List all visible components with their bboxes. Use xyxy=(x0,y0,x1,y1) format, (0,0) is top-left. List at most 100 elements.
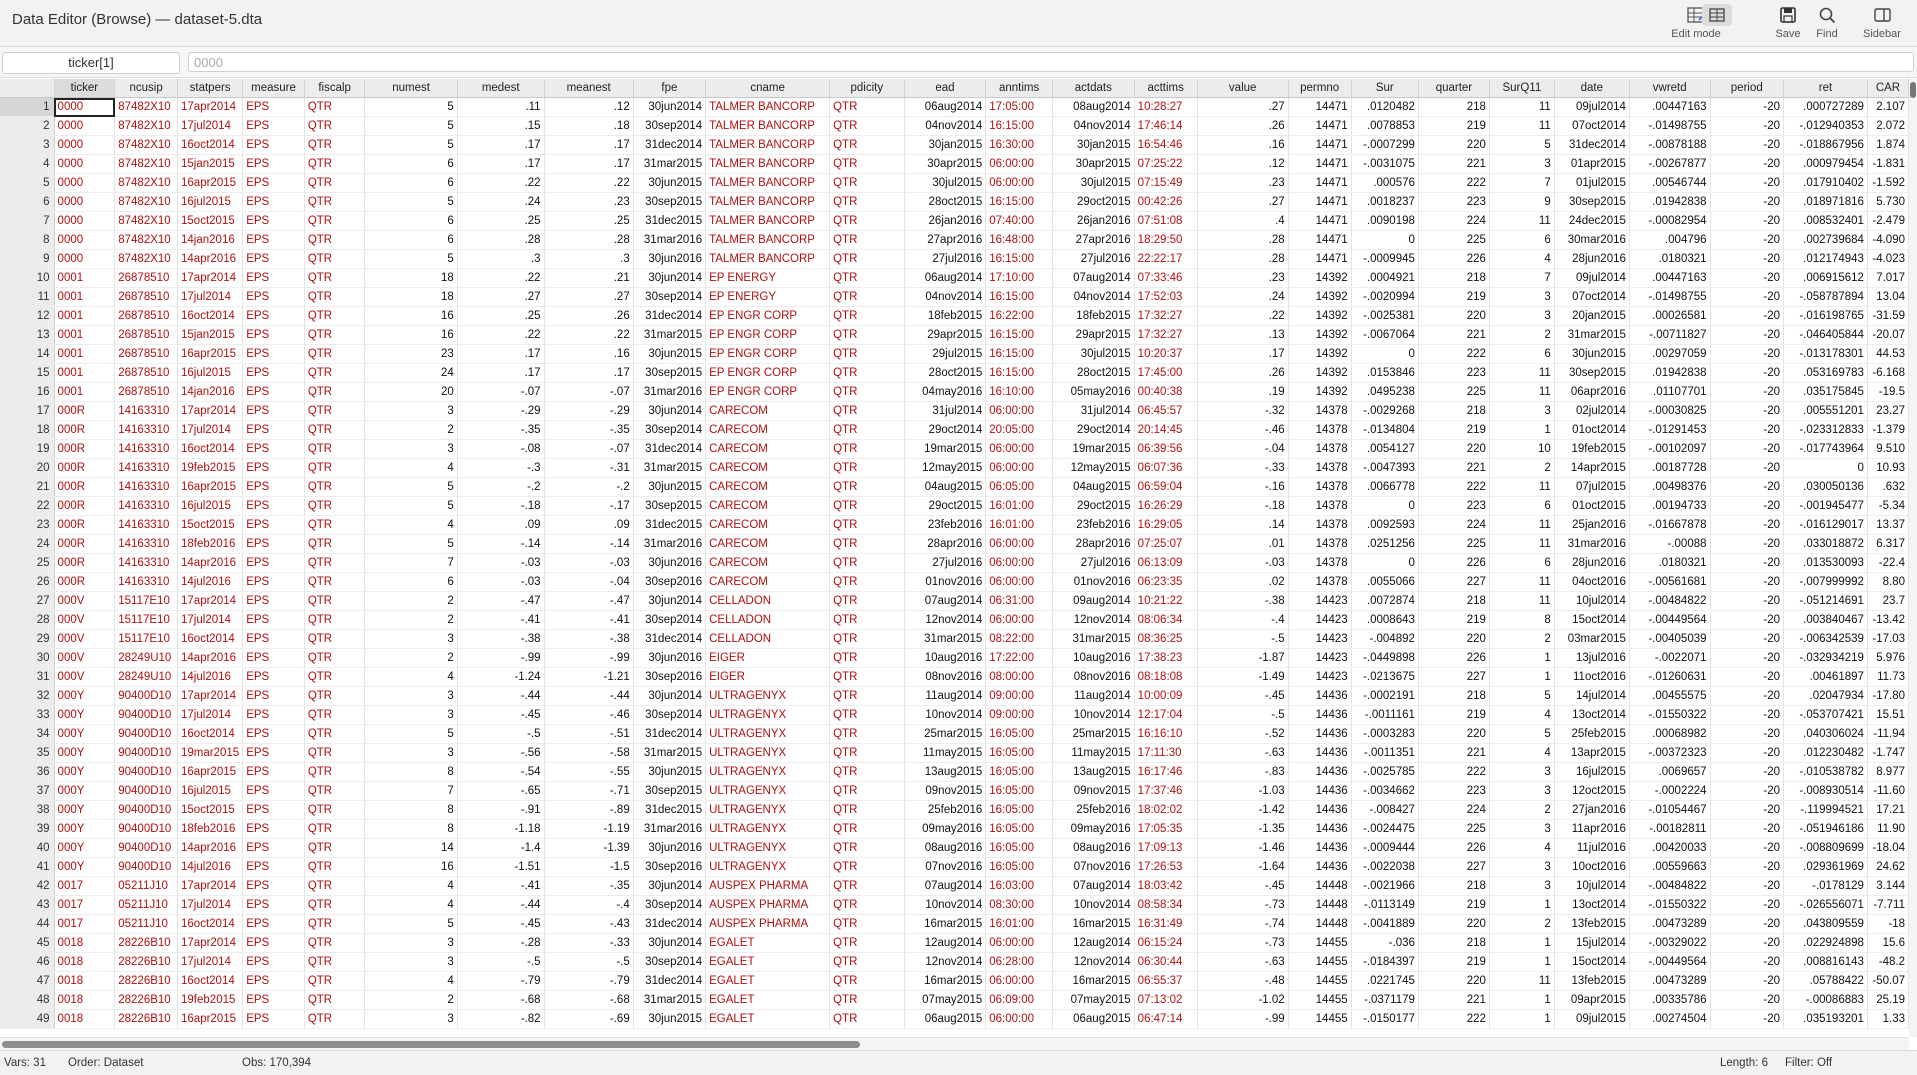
cell-value[interactable]: .23 xyxy=(1197,268,1289,288)
cell-fiscalp[interactable]: QTR xyxy=(304,952,366,972)
cell-anntims[interactable]: 16:05:00 xyxy=(985,819,1053,839)
cell-ret[interactable]: -.017743964 xyxy=(1783,439,1868,459)
cell-numest[interactable]: 20 xyxy=(364,382,458,402)
cell-ead[interactable]: 10aug2016 xyxy=(904,648,987,668)
cell-ret[interactable]: .008532401 xyxy=(1783,211,1868,231)
cell-acttims[interactable]: 06:47:14 xyxy=(1134,1009,1198,1029)
cell-ret[interactable]: .013530093 xyxy=(1783,553,1868,573)
cell-CAR[interactable]: -13.42 xyxy=(1867,610,1909,630)
cell-pdicity[interactable]: QTR xyxy=(829,420,905,440)
cell-acttims[interactable]: 17:32:27 xyxy=(1134,306,1198,326)
cell-anntims[interactable]: 16:05:00 xyxy=(985,857,1053,877)
cell-acttims[interactable]: 17:05:35 xyxy=(1134,819,1198,839)
cell-medest[interactable]: .15 xyxy=(457,116,545,136)
cell-actdats[interactable]: 06aug2015 xyxy=(1052,1009,1135,1029)
row-number[interactable]: 34 xyxy=(0,724,55,744)
cell-acttims[interactable]: 20:14:45 xyxy=(1134,420,1198,440)
cell-cname[interactable]: TALMER BANCORP xyxy=(705,173,831,193)
cell-SurQ11[interactable]: 7 xyxy=(1489,268,1555,288)
cell-meanest[interactable]: -.43 xyxy=(544,914,634,934)
cell-fpe[interactable]: 30sep2016 xyxy=(633,857,707,877)
cell-value[interactable]: -.73 xyxy=(1197,895,1289,915)
cell-quarter[interactable]: 223 xyxy=(1418,363,1490,383)
cell-period[interactable]: -20 xyxy=(1710,610,1785,630)
cell-ticker[interactable]: 000Y xyxy=(54,838,116,858)
cell-quarter[interactable]: 218 xyxy=(1418,591,1490,611)
cell-Sur[interactable]: -.0025785 xyxy=(1351,762,1419,782)
cell-ead[interactable]: 12aug2014 xyxy=(904,933,987,953)
cell-Sur[interactable]: 0 xyxy=(1351,344,1419,364)
cell-CAR[interactable]: -11.60 xyxy=(1867,781,1909,801)
cell-meanest[interactable]: -.07 xyxy=(544,439,634,459)
cell-vwretd[interactable]: -.01498755 xyxy=(1629,287,1711,307)
cell-medest[interactable]: -.45 xyxy=(457,914,545,934)
cell-cname[interactable]: CARECOM xyxy=(705,534,831,554)
cell-fpe[interactable]: 31dec2014 xyxy=(633,724,707,744)
cell-medest[interactable]: -.5 xyxy=(457,724,545,744)
cell-period[interactable]: -20 xyxy=(1710,211,1785,231)
cell-statpers[interactable]: 16oct2014 xyxy=(177,439,244,459)
cell-period[interactable]: -20 xyxy=(1710,591,1785,611)
cell-fpe[interactable]: 30sep2014 xyxy=(633,895,707,915)
cell-statpers[interactable]: 16oct2014 xyxy=(177,135,244,155)
cell-CAR[interactable]: 23.27 xyxy=(1867,401,1909,421)
cell-ncusip[interactable]: 90400D10 xyxy=(114,781,179,801)
cell-ead[interactable]: 12nov2014 xyxy=(904,610,987,630)
cell-ret[interactable]: -.046405844 xyxy=(1783,325,1868,345)
cell-period[interactable]: -20 xyxy=(1710,629,1785,649)
cell-fiscalp[interactable]: QTR xyxy=(304,344,366,364)
cell-ead[interactable]: 04nov2014 xyxy=(904,116,987,136)
cell-ncusip[interactable]: 28249U10 xyxy=(114,648,179,668)
cell-value[interactable]: .24 xyxy=(1197,287,1289,307)
column-header-pdicity[interactable]: pdicity xyxy=(829,79,905,98)
cell-ticker[interactable]: 0001 xyxy=(54,382,116,402)
cell-actdats[interactable]: 07aug2014 xyxy=(1052,268,1135,288)
cell-numest[interactable]: 6 xyxy=(364,572,458,592)
cell-period[interactable]: -20 xyxy=(1710,116,1785,136)
cell-SurQ11[interactable]: 1 xyxy=(1489,667,1555,687)
cell-cname[interactable]: EP ENERGY xyxy=(705,268,831,288)
cell-meanest[interactable]: -.71 xyxy=(544,781,634,801)
cell-pdicity[interactable]: QTR xyxy=(829,876,905,896)
cell-medest[interactable]: .25 xyxy=(457,306,545,326)
cell-cname[interactable]: CELLADON xyxy=(705,610,831,630)
cell-permno[interactable]: 14471 xyxy=(1288,97,1352,117)
column-header-cname[interactable]: cname xyxy=(705,79,831,98)
cell-ret[interactable]: .053169783 xyxy=(1783,363,1868,383)
cell-vwretd[interactable]: -.01054467 xyxy=(1629,800,1711,820)
cell-acttims[interactable]: 08:06:34 xyxy=(1134,610,1198,630)
cell-ticker[interactable]: 000R xyxy=(54,496,116,516)
cell-ncusip[interactable]: 26878510 xyxy=(114,325,179,345)
cell-medest[interactable]: .17 xyxy=(457,154,545,174)
cell-vwretd[interactable]: .00447163 xyxy=(1629,268,1711,288)
cell-actdats[interactable]: 16mar2015 xyxy=(1052,914,1135,934)
cell-fiscalp[interactable]: QTR xyxy=(304,287,366,307)
cell-statpers[interactable]: 16apr2015 xyxy=(177,762,244,782)
cell-numest[interactable]: 16 xyxy=(364,306,458,326)
cell-ead[interactable]: 31mar2015 xyxy=(904,629,987,649)
cell-Sur[interactable]: .0018237 xyxy=(1351,192,1419,212)
cell-ncusip[interactable]: 14163310 xyxy=(114,496,179,516)
cell-numest[interactable]: 5 xyxy=(364,477,458,497)
cell-measure[interactable]: EPS xyxy=(242,173,305,193)
cell-acttims[interactable]: 00:40:38 xyxy=(1134,382,1198,402)
cell-numest[interactable]: 3 xyxy=(364,401,458,421)
cell-quarter[interactable]: 220 xyxy=(1418,914,1490,934)
cell-meanest[interactable]: -.17 xyxy=(544,496,634,516)
cell-fiscalp[interactable]: QTR xyxy=(304,705,366,725)
cell-medest[interactable]: .25 xyxy=(457,211,545,231)
cell-Sur[interactable]: -.0020994 xyxy=(1351,287,1419,307)
cell-value[interactable]: .14 xyxy=(1197,515,1289,535)
cell-SurQ11[interactable]: 11 xyxy=(1489,515,1555,535)
cell-ead[interactable]: 09may2016 xyxy=(904,819,987,839)
cell-ncusip[interactable]: 28249U10 xyxy=(114,667,179,687)
cell-meanest[interactable]: .17 xyxy=(544,154,634,174)
cell-measure[interactable]: EPS xyxy=(242,496,305,516)
cell-Sur[interactable]: 0 xyxy=(1351,553,1419,573)
row-number[interactable]: 45 xyxy=(0,933,55,953)
cell-ticker[interactable]: 0000 xyxy=(54,211,116,231)
cell-date[interactable]: 10jul2014 xyxy=(1554,591,1630,611)
cell-period[interactable]: -20 xyxy=(1710,173,1785,193)
row-number[interactable]: 4 xyxy=(0,154,55,174)
cell-period[interactable]: -20 xyxy=(1710,458,1785,478)
